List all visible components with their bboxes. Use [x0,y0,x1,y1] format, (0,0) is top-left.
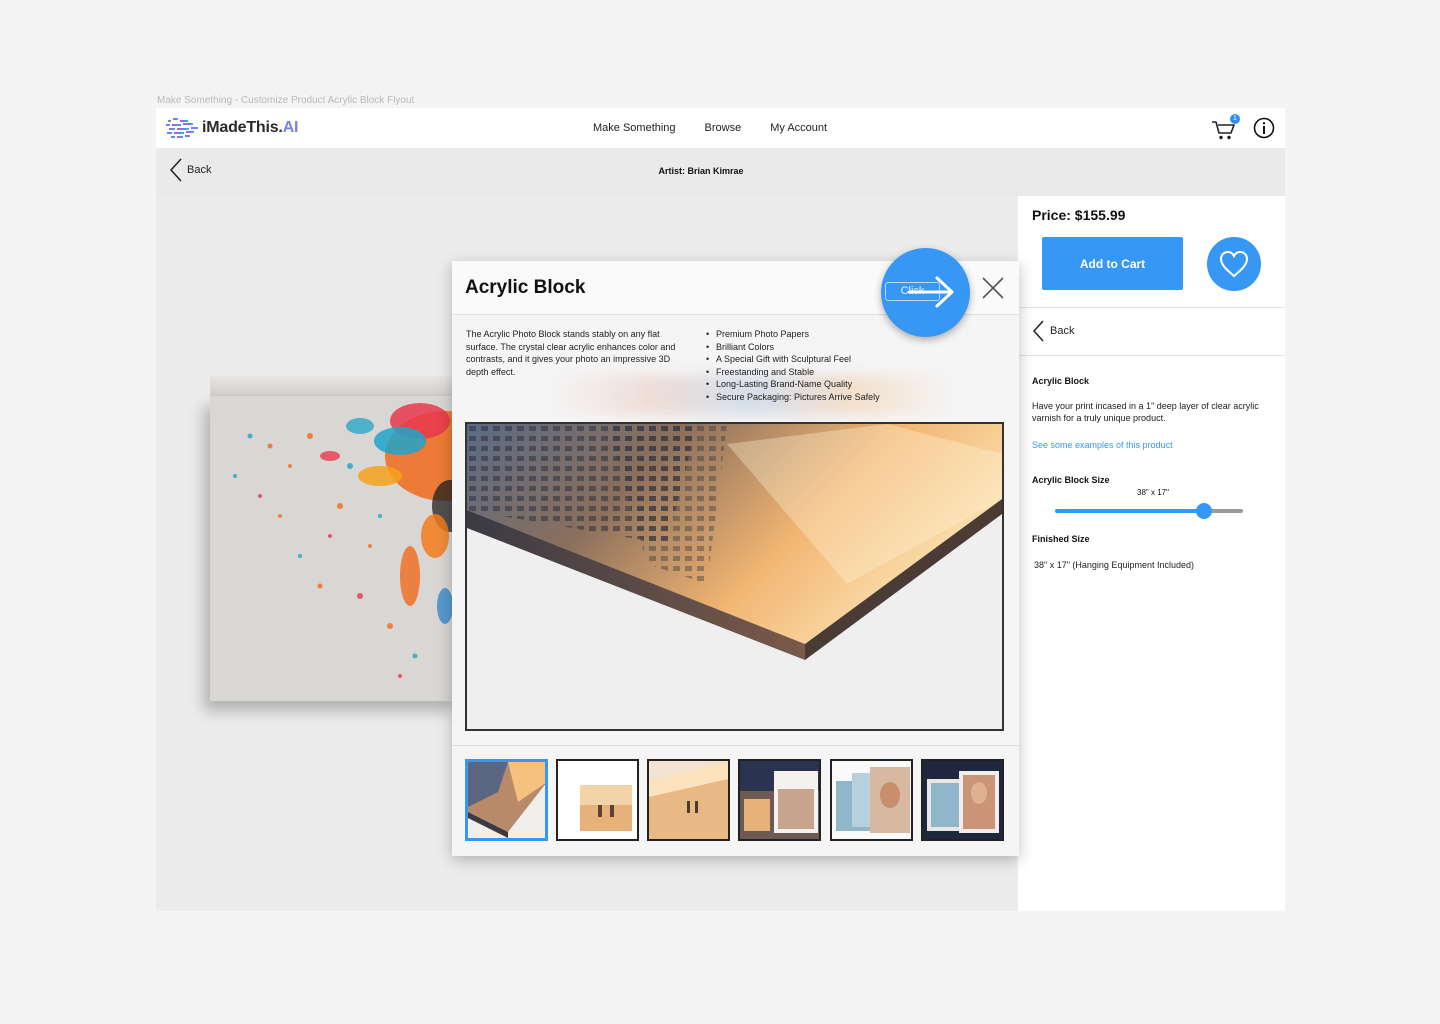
panel-divider [1018,307,1285,308]
main-product-image [465,422,1004,731]
feature-list: Premium Photo Papers Brilliant Colors A … [706,328,880,403]
acrylic-block-photo [467,424,1002,660]
thumbnail-image [740,761,819,839]
flyout-divider [452,745,1019,746]
preview-top-edge [210,376,460,396]
brand-logo[interactable]: iMadeThis.AI [166,116,298,140]
thumbnail-3[interactable] [647,759,730,841]
acrylic-block-flyout: Acrylic Block The Acrylic Photo Block st… [452,248,1019,856]
arrow-right-icon [907,276,954,308]
click-hint-button[interactable]: Click [881,248,970,337]
thumbnail-image [649,761,728,839]
nav-make-something[interactable]: Make Something [593,122,676,134]
thumbnail-4[interactable] [738,759,821,841]
size-slider[interactable] [1055,503,1243,519]
size-value: 38" x 17" [1137,488,1169,497]
thumbnail-6[interactable] [921,759,1004,841]
back-button[interactable]: Back [169,158,211,182]
thumbnail-strip [465,759,1006,841]
info-icon[interactable] [1253,117,1275,139]
thumbnail-1[interactable] [465,759,548,841]
top-nav: iMadeThis.AI Make Something Browse My Ac… [156,108,1285,148]
panel-back-label: Back [1050,325,1075,337]
feature-item: Premium Photo Papers [706,328,880,341]
brand-name: iMadeThis.AI [202,119,299,136]
thumbnail-image [468,762,545,838]
thumbnail-image [832,761,911,839]
size-label: Acrylic Block Size [1032,475,1110,485]
examples-link[interactable]: See some examples of this product [1032,440,1173,450]
logo-mark-icon [166,118,198,138]
feature-item: A Special Gift with Sculptural Feel [706,353,880,366]
product-preview [210,376,460,701]
thumbnail-image [923,761,1002,839]
heart-icon [1219,250,1249,278]
product-description: Have your print incased in a 1" deep lay… [1032,401,1259,423]
app-window: iMadeThis.AI Make Something Browse My Ac… [156,108,1285,911]
thumbnail-5[interactable] [830,759,913,841]
product-options-panel: Price: $155.99 Add to Cart Back Acrylic … [1018,196,1285,911]
nav-my-account[interactable]: My Account [770,122,827,134]
preview-canvas [210,396,460,701]
favorite-button[interactable] [1207,237,1261,291]
add-to-cart-button[interactable]: Add to Cart [1042,237,1183,290]
feature-item: Long-Lasting Brand-Name Quality [706,378,880,391]
artist-name: Artist: Brian Kimrae [658,166,744,176]
frame-label: Make Something - Customize Product Acryl… [157,95,415,106]
nav-browse[interactable]: Browse [705,122,742,134]
chevron-left-icon [1032,320,1044,342]
flyout-description: The Acrylic Photo Block stands stably on… [466,329,676,377]
finished-size-label: Finished Size [1032,534,1090,544]
close-icon[interactable] [980,275,1006,301]
size-slider-fill [1055,509,1204,513]
thumbnail-image [558,761,637,839]
thumbnail-2[interactable] [556,759,639,841]
feature-item: Secure Packaging: Pictures Arrive Safely [706,391,880,404]
panel-divider [1018,355,1285,356]
main-nav: Make Something Browse My Account [593,108,856,148]
paint-splash-artwork [233,403,460,678]
sub-header: Back Artist: Brian Kimrae [156,148,1285,196]
panel-back-button[interactable]: Back [1032,320,1074,342]
cart-count-badge: 1 [1230,114,1240,124]
flyout-title: Acrylic Block [465,277,586,298]
product-name: Acrylic Block [1032,376,1090,386]
finished-size-value: 38" x 17" (Hanging Equipment Included) [1034,560,1194,570]
feature-item: Brilliant Colors [706,341,880,354]
cart-button[interactable]: 1 [1211,114,1240,142]
size-slider-thumb[interactable] [1195,503,1212,519]
price-label: Price: $155.99 [1032,207,1126,223]
chevron-left-icon [169,158,182,182]
feature-item: Freestanding and Stable [706,366,880,379]
back-label: Back [187,164,212,176]
